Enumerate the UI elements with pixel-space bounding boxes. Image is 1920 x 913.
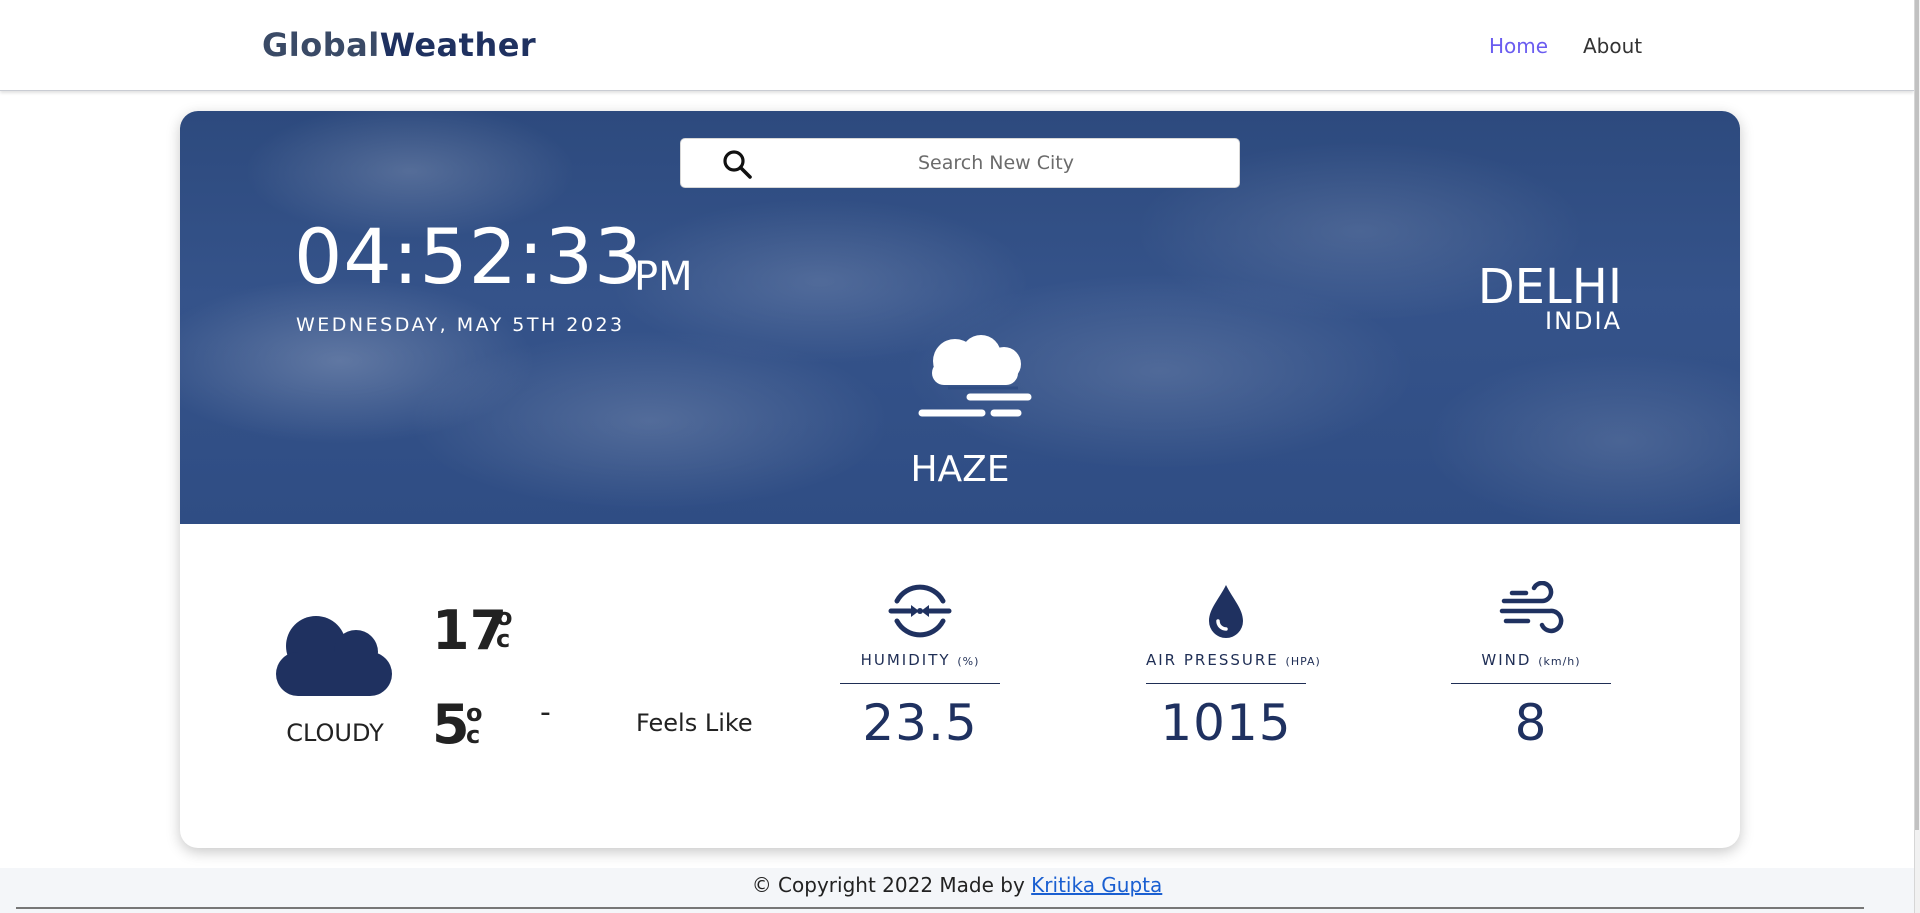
wind-value: 8 bbox=[1514, 694, 1548, 752]
humidity-divider bbox=[840, 683, 1000, 684]
copyright-text: © Copyright 2022 Made by bbox=[751, 873, 1025, 897]
current-condition: HAZE bbox=[910, 449, 1010, 490]
country-name: INDIA bbox=[1544, 307, 1622, 335]
nav-link-about[interactable]: About bbox=[1583, 34, 1642, 58]
search-icon[interactable] bbox=[721, 148, 753, 180]
humidity-value: 23.5 bbox=[862, 694, 978, 752]
humidity-icon bbox=[888, 584, 952, 638]
air-pressure-label: AIR PRESSURE (HPA) bbox=[1146, 651, 1320, 669]
metric-humidity: HUMIDITY (%) 23.5 bbox=[840, 581, 1000, 752]
temperature-dash: - bbox=[540, 695, 551, 730]
brand-part-weather: Weather bbox=[379, 26, 537, 64]
feels-like-label: Feels Like bbox=[636, 709, 753, 737]
search-bar[interactable] bbox=[680, 138, 1240, 188]
navbar: GlobalWeather Home About bbox=[0, 0, 1914, 91]
search-input[interactable] bbox=[771, 139, 1221, 187]
nav-link-home[interactable]: Home bbox=[1489, 34, 1548, 58]
wind-divider bbox=[1451, 683, 1611, 684]
wind-icon bbox=[1499, 581, 1564, 634]
drop-icon bbox=[1209, 585, 1243, 638]
wind-label-text: WIND bbox=[1481, 651, 1532, 669]
weather-hero: 04:52:33 PM WEDNESDAY, MAY 5TH 2023 DELH… bbox=[180, 111, 1740, 524]
cloud-icon bbox=[276, 616, 392, 696]
footer-divider bbox=[16, 907, 1864, 909]
metric-air-pressure: AIR PRESSURE (HPA) 1015 bbox=[1146, 581, 1320, 752]
author-link[interactable]: Kritika Gupta bbox=[1031, 873, 1162, 897]
summary-condition: CLOUDY bbox=[286, 719, 384, 747]
temperature-unit-c: c bbox=[496, 625, 511, 653]
feels-like-unit-c: c bbox=[466, 721, 481, 749]
humidity-label: HUMIDITY (%) bbox=[840, 651, 1000, 669]
haze-icon bbox=[918, 335, 1032, 417]
humidity-unit: (%) bbox=[957, 655, 980, 668]
page: GlobalWeather Home About 04:52:33 PM WED… bbox=[0, 0, 1920, 913]
clock-time: 04:52:33 bbox=[294, 212, 644, 301]
humidity-label-text: HUMIDITY bbox=[860, 651, 951, 669]
air-pressure-unit: (HPA) bbox=[1285, 655, 1321, 668]
metric-wind: WIND (km/h) 8 bbox=[1451, 581, 1611, 752]
air-pressure-divider bbox=[1146, 683, 1306, 684]
wind-unit: (km/h) bbox=[1538, 655, 1581, 668]
air-pressure-label-text: AIR PRESSURE bbox=[1146, 651, 1279, 669]
scrollbar-thumb[interactable] bbox=[1915, 0, 1919, 830]
brand-logo[interactable]: GlobalWeather bbox=[262, 26, 536, 64]
weather-card: 04:52:33 PM WEDNESDAY, MAY 5TH 2023 DELH… bbox=[180, 111, 1740, 848]
current-date: WEDNESDAY, MAY 5TH 2023 bbox=[296, 314, 625, 336]
wind-label: WIND (km/h) bbox=[1451, 651, 1611, 669]
feels-like-value: 5 bbox=[432, 693, 470, 756]
air-pressure-value: 1015 bbox=[1160, 694, 1292, 752]
brand-part-global: Global bbox=[262, 26, 380, 64]
clock-ampm: PM bbox=[634, 254, 693, 300]
